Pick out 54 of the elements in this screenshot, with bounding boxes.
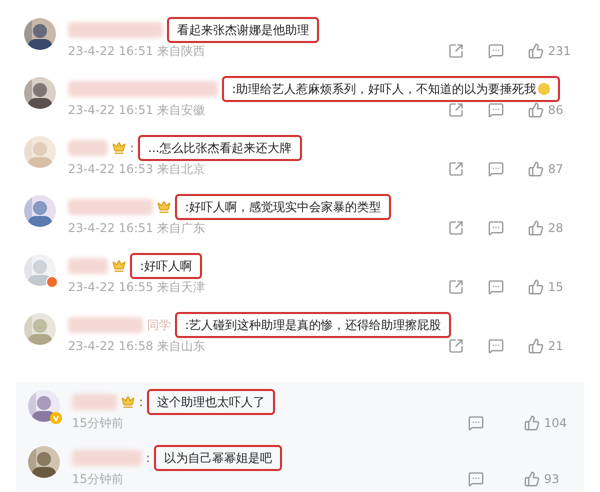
comment-text: 这个助理也太吓人了 [147, 389, 276, 415]
like-icon[interactable] [528, 338, 544, 354]
share-icon[interactable] [448, 279, 464, 295]
share-icon[interactable] [448, 220, 464, 236]
share-icon[interactable] [448, 43, 464, 59]
like-icon[interactable] [528, 43, 544, 59]
colon-text: : [139, 394, 144, 411]
like-count: 28 [548, 220, 564, 237]
comment-text: ...怎么比张杰看起来还大牌 [138, 135, 302, 161]
comment-meta: 23-4-22 16:58 来自山东 [68, 338, 206, 355]
like-count: 21 [548, 338, 564, 355]
comment-icon[interactable] [468, 471, 484, 487]
comment-icon[interactable] [488, 161, 504, 177]
comment-text: :艺人碰到这种助理是真的惨，还得给助理擦屁股 [175, 312, 452, 338]
username-text: 同学 [147, 317, 171, 334]
like-icon[interactable] [524, 471, 540, 487]
comment-text: :好吓人啊，感觉现实中会家暴的类型 [175, 194, 392, 220]
comment-text: 看起来张杰谢娜是他助理 [167, 17, 319, 43]
comment-text: :助理给艺人惹麻烦系列，好吓人，不知道的以为要捶死我 [222, 76, 560, 102]
like-count: 93 [544, 471, 560, 488]
share-icon[interactable] [448, 161, 464, 177]
comment-meta: 23-4-22 16:51 来自陕西 [68, 43, 206, 60]
like-icon[interactable] [528, 102, 544, 118]
comment-icon[interactable] [468, 415, 484, 431]
like-count: 86 [548, 102, 564, 119]
comment-icon[interactable] [488, 102, 504, 118]
blurred-username [68, 140, 108, 156]
like-count: 87 [548, 161, 564, 178]
comment-meta: 23-4-22 16:51 来自广东 [68, 220, 206, 237]
comment-meta: 15分钟前 [72, 471, 124, 488]
comment-meta: 23-4-22 16:55 来自天津 [68, 279, 206, 296]
like-icon[interactable] [528, 279, 544, 295]
colon-text: : [146, 450, 150, 467]
comment-icon[interactable] [488, 220, 504, 236]
comment-icon[interactable] [488, 43, 504, 59]
comment-text: 以为自己幂幂姐是吧 [154, 445, 282, 471]
comment-meta: 23-4-22 16:53 来自北京 [68, 161, 206, 178]
like-icon[interactable] [528, 220, 544, 236]
like-count: 104 [544, 415, 568, 432]
like-icon[interactable] [524, 415, 540, 431]
comment-meta: 23-4-22 16:51 来自安徽 [68, 102, 206, 119]
like-icon[interactable] [528, 161, 544, 177]
comment-meta: 15分钟前 [72, 415, 124, 432]
comment-icon[interactable] [488, 279, 504, 295]
blurred-username [72, 450, 142, 466]
comment-text: :好吓人啊 [130, 253, 202, 279]
share-icon[interactable] [448, 338, 464, 354]
share-icon[interactable] [448, 102, 464, 118]
colon-text: : [130, 140, 134, 157]
like-count: 231 [548, 43, 572, 60]
like-count: 15 [548, 279, 564, 296]
comment-icon[interactable] [488, 338, 504, 354]
blurred-username [68, 258, 108, 274]
blurred-username [72, 394, 117, 410]
